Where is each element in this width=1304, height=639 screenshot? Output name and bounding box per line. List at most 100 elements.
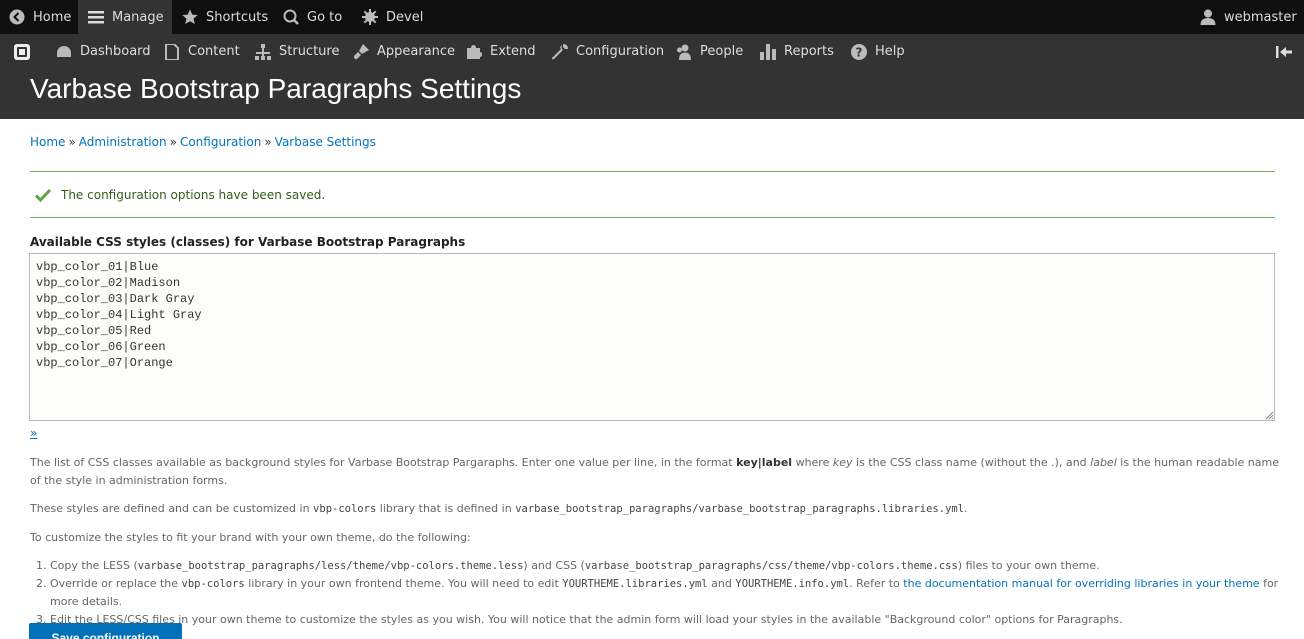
description-text: . <box>964 502 968 515</box>
toolbar-goto-label: Go to <box>307 9 343 25</box>
toolbar-devel-tab[interactable]: Devel <box>362 0 423 34</box>
step-text: Copy the LESS ( <box>50 559 138 572</box>
admin-toolbar: Home Manage Shortcuts Go to Devel webmas… <box>0 0 1304 34</box>
tray-item-content[interactable]: Content <box>164 34 240 69</box>
back-arrow-icon <box>9 9 25 25</box>
tray-collapse-toggle[interactable] <box>1276 34 1292 69</box>
toolbar-tray: Dashboard Content Structure Appearance E… <box>0 34 1304 69</box>
step-text: library in your own frontend theme. You … <box>244 577 563 590</box>
step-item: Edit the LESS/CSS files in your own them… <box>50 611 1280 629</box>
goto-icon <box>283 9 299 25</box>
toolbar-shortcuts-tab[interactable]: Shortcuts <box>182 0 268 34</box>
description-text: The list of CSS classes available as bac… <box>30 456 737 469</box>
details-toggle-link[interactable]: » <box>30 426 37 440</box>
bar-chart-icon <box>760 43 776 60</box>
dashboard-icon <box>56 44 72 60</box>
hamburger-menu-icon <box>88 9 104 25</box>
tray-item-extend[interactable]: Extend <box>466 34 536 69</box>
help-icon: ? <box>851 43 867 60</box>
customize-steps: Copy the LESS (varbase_bootstrap_paragra… <box>30 557 1280 629</box>
tray-item-appearance-label: Appearance <box>377 44 456 59</box>
breadcrumb-separator: » <box>169 135 177 149</box>
info-file: YOURTHEME.info.yml <box>735 578 850 590</box>
step-item: Copy the LESS (varbase_bootstrap_paragra… <box>50 557 1280 575</box>
page-title: Varbase Bootstrap Paragraphs Settings <box>30 73 522 104</box>
toolbar-home-label: Home <box>33 9 72 25</box>
page-icon <box>164 43 180 60</box>
description-label: label <box>1090 456 1117 469</box>
breadcrumb-separator: » <box>264 135 272 149</box>
step-item: Override or replace the vbp-colors libra… <box>50 575 1280 611</box>
toolbar-user-tab[interactable]: webmaster <box>1200 0 1297 34</box>
user-icon <box>1200 9 1216 25</box>
breadcrumb: Home» Administration» Configuration» Varbas… <box>30 135 376 149</box>
tray-item-people[interactable]: People <box>676 34 743 69</box>
description-text: These styles are defined and can be cust… <box>30 502 314 515</box>
step-text: and <box>707 577 736 590</box>
toolbar-goto-tab[interactable]: Go to <box>283 0 342 34</box>
tray-item-dashboard-label: Dashboard <box>80 44 151 59</box>
checkmark-icon <box>35 187 51 203</box>
tray-orientation-toggle[interactable] <box>14 34 30 69</box>
library-file: varbase_bootstrap_paragraphs/varbase_boo… <box>515 503 965 515</box>
description-text: is the CSS class name (without the .), a… <box>852 456 1091 469</box>
tray-item-extend-label: Extend <box>490 44 536 59</box>
save-configuration-button[interactable]: Save configuration <box>29 623 182 639</box>
step-text: ) and CSS ( <box>523 559 585 572</box>
step-text: Override or replace the <box>50 577 182 590</box>
page-header: Varbase Bootstrap Paragraphs Settings <box>0 69 1304 119</box>
less-file-path: varbase_bootstrap_paragraphs/less/theme/… <box>137 560 524 572</box>
css-styles-textarea[interactable]: vbp_color_01|Blue vbp_color_02|Madison v… <box>29 253 1275 421</box>
resize-grip-icon[interactable] <box>1265 411 1274 420</box>
toolbar-manage-label: Manage <box>112 9 164 25</box>
paintbrush-icon <box>353 43 369 60</box>
toolbar-logo-icon <box>14 43 30 60</box>
tray-item-help-label: Help <box>875 44 905 59</box>
documentation-link[interactable]: the documentation manual for overriding … <box>903 577 1259 590</box>
step-text: ) files to your own theme. <box>957 559 1100 572</box>
star-icon <box>182 9 198 25</box>
toolbar-home-link[interactable]: Home <box>9 0 71 34</box>
toolbar-manage-tab[interactable]: Manage <box>78 0 172 34</box>
puzzle-icon <box>466 44 482 60</box>
description-text: library that is defined in <box>376 502 516 515</box>
wrench-icon <box>552 43 568 60</box>
toolbar-devel-label: Devel <box>386 9 424 25</box>
toolbar-user-label: webmaster <box>1224 9 1297 25</box>
description-text: where <box>792 456 833 469</box>
collapse-left-icon <box>1276 44 1292 60</box>
tray-item-structure-label: Structure <box>279 44 340 59</box>
tray-item-people-label: People <box>700 44 744 59</box>
tray-item-reports-label: Reports <box>784 44 834 59</box>
description-format: key|label <box>736 456 793 469</box>
description-key: key <box>832 456 853 469</box>
people-icon <box>676 44 692 60</box>
tray-item-configuration-label: Configuration <box>576 44 665 59</box>
tray-item-reports[interactable]: Reports <box>760 34 834 69</box>
svg-text:?: ? <box>856 45 863 59</box>
css-styles-label: Available CSS styles (classes) for Varba… <box>30 235 466 249</box>
library-name: vbp-colors <box>181 578 245 590</box>
libraries-file: YOURTHEME.libraries.yml <box>562 578 708 590</box>
breadcrumb-varbase-settings[interactable]: Varbase Settings <box>275 135 376 149</box>
breadcrumb-configuration[interactable]: Configuration <box>180 135 261 149</box>
library-description: These styles are defined and can be cust… <box>30 500 1280 518</box>
gear-icon <box>362 9 378 25</box>
step-text: . Refer to <box>849 577 904 590</box>
customize-intro: To customize the styles to fit your bran… <box>30 531 471 544</box>
breadcrumb-home[interactable]: Home <box>30 135 65 149</box>
css-file-path: varbase_bootstrap_paragraphs/css/theme/v… <box>584 560 958 572</box>
breadcrumb-separator: » <box>68 135 76 149</box>
tray-item-structure[interactable]: Structure <box>255 34 339 69</box>
tray-item-configuration[interactable]: Configuration <box>552 34 664 69</box>
status-message-text: The configuration options have been save… <box>61 187 326 202</box>
tray-item-help[interactable]: ? Help <box>851 34 905 69</box>
breadcrumb-administration[interactable]: Administration <box>79 135 167 149</box>
library-name: vbp-colors <box>313 503 377 515</box>
structure-icon <box>255 43 271 60</box>
tray-item-dashboard[interactable]: Dashboard <box>56 34 151 69</box>
field-description: The list of CSS classes available as bac… <box>30 454 1280 490</box>
status-message: The configuration options have been save… <box>30 171 1275 218</box>
toolbar-shortcuts-label: Shortcuts <box>206 9 269 25</box>
tray-item-appearance[interactable]: Appearance <box>353 34 455 69</box>
